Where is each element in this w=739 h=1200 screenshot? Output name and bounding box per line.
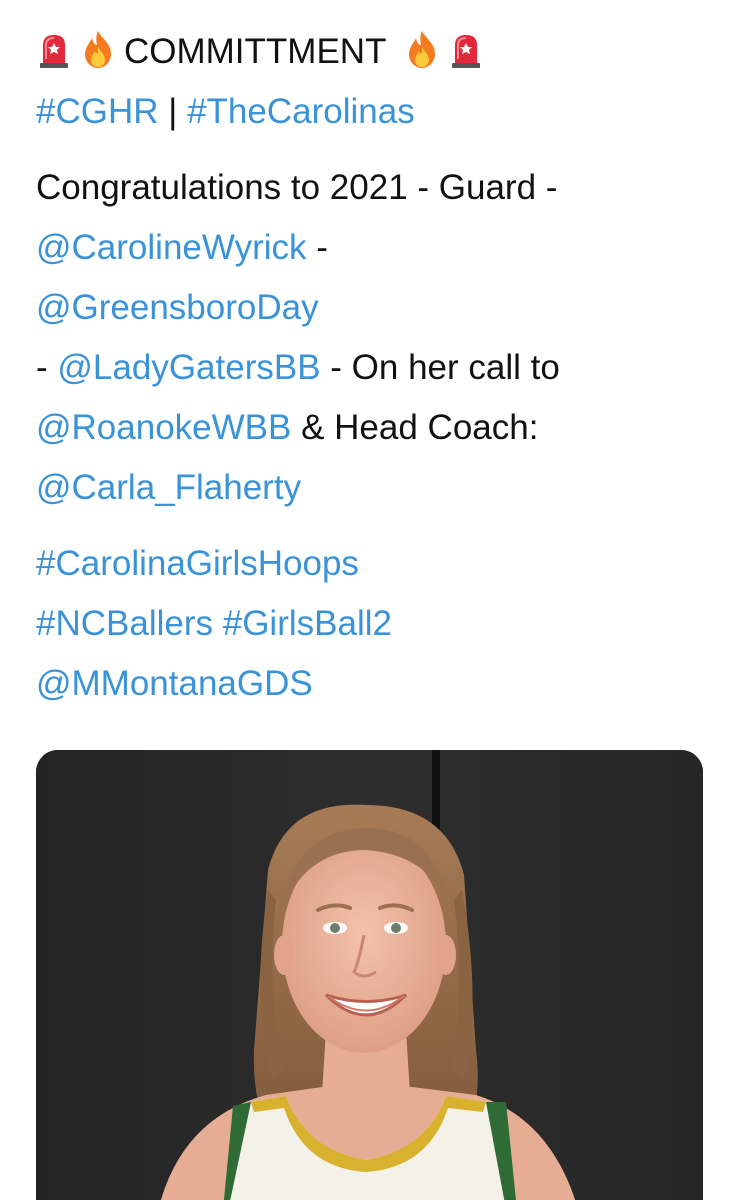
coach-line: @Carla_Flaherty (36, 458, 716, 518)
college-line: @RoanokeWBB & Head Coach: (36, 398, 716, 458)
hashtags-line-2: #NCBallers #GirlsBall2 (36, 594, 716, 654)
separator: | (158, 92, 188, 131)
tweet-body: COMMITTMENT #CGHR | #TheCarolinas Congra… (36, 22, 716, 714)
congrats-line: Congratulations to 2021 - Guard - (36, 158, 716, 218)
dash-text: - (36, 348, 58, 387)
siren-icon (448, 29, 484, 69)
hashtag-girlsball2-link[interactable]: #GirlsBall2 (223, 604, 392, 643)
hashtag-carolinagirlshoops-link[interactable]: #CarolinaGirlsHoops (36, 544, 359, 583)
player-portrait (36, 750, 703, 1200)
head-coach-text: & Head Coach: (291, 408, 539, 447)
mention-line: @MMontanaGDS (36, 654, 716, 714)
school-line: @GreensboroDay (36, 278, 716, 338)
mention-coach-link[interactable]: @Carla_Flaherty (36, 468, 301, 507)
siren-icon (36, 29, 72, 69)
call-text: - On her call to (320, 348, 560, 387)
fire-icon (80, 29, 116, 69)
mention-college-link[interactable]: @RoanokeWBB (36, 408, 291, 447)
hashtag-thecarolinas-link[interactable]: #TheCarolinas (187, 92, 415, 131)
tweet-photo[interactable] (36, 750, 703, 1200)
mention-club-link[interactable]: @LadyGatersBB (57, 348, 320, 387)
header-line: COMMITTMENT (36, 22, 716, 82)
mention-montana-link[interactable]: @MMontanaGDS (36, 664, 313, 703)
header-title: COMMITTMENT (124, 32, 386, 71)
tweet-main-paragraph: Congratulations to 2021 - Guard - @Carol… (36, 158, 716, 518)
mention-school-link[interactable]: @GreensboroDay (36, 288, 319, 327)
hashtags-line-1: #CarolinaGirlsHoops (36, 534, 716, 594)
hashtag-ncballers-link[interactable]: #NCBallers (36, 604, 213, 643)
hashtag-line: #CGHR | #TheCarolinas (36, 82, 716, 142)
congrats-text: Congratulations to 2021 - Guard - (36, 168, 558, 207)
tweet-header: COMMITTMENT #CGHR | #TheCarolinas (36, 22, 716, 142)
mention-player-link[interactable]: @CarolineWyrick (36, 228, 307, 267)
club-line: - @LadyGatersBB - On her call to (36, 338, 716, 398)
tweet-hashtags-paragraph: #CarolinaGirlsHoops #NCBallers #GirlsBal… (36, 534, 716, 714)
player-line: @CarolineWyrick - (36, 218, 716, 278)
hashtag-cghr-link[interactable]: #CGHR (36, 92, 159, 131)
dash-text: - (306, 228, 328, 267)
fire-icon (404, 29, 440, 69)
